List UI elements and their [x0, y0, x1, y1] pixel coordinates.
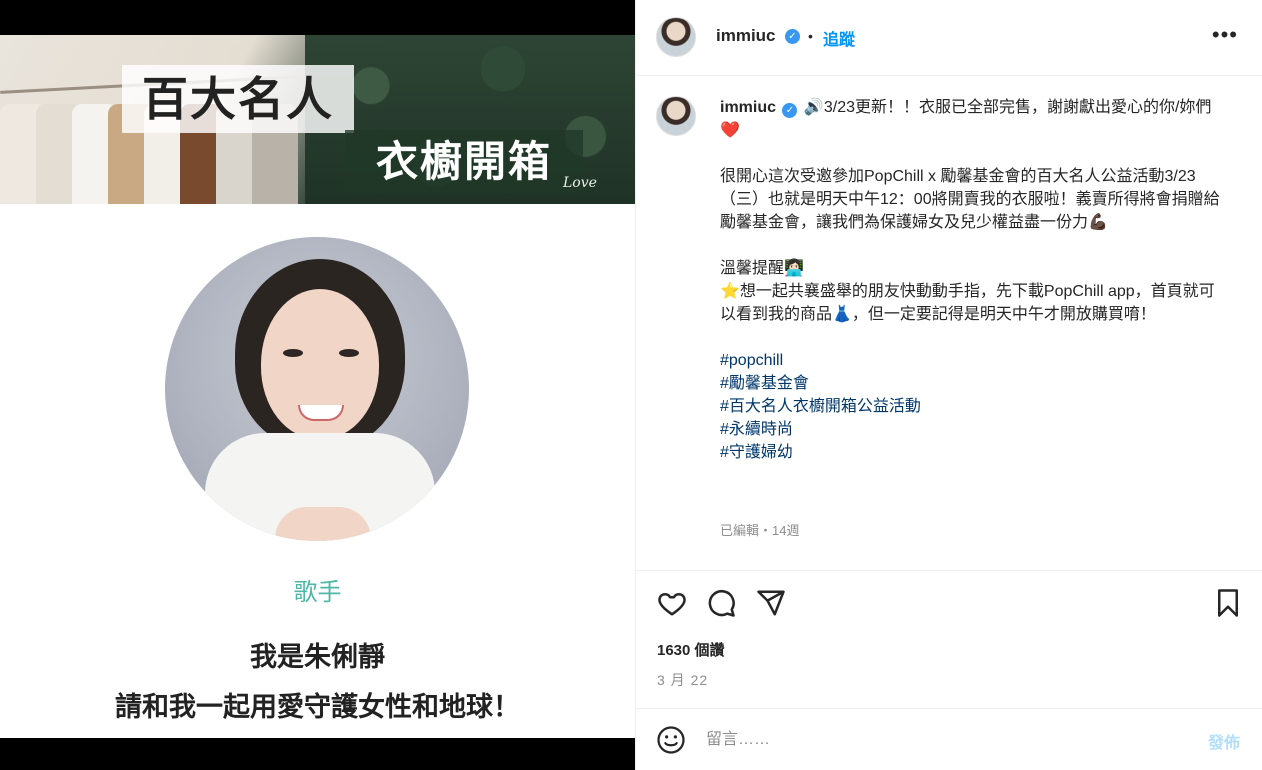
- post-media: 百大名人 衣櫥開箱 Love 歌手 我是朱俐靜 請和我一起用愛守護女性和地球！: [0, 0, 635, 770]
- verified-badge-icon: ✓: [782, 103, 798, 118]
- verified-badge-icon: ✓: [785, 29, 800, 44]
- portrait-photo: [165, 237, 469, 541]
- save-bookmark-icon[interactable]: [1213, 588, 1243, 618]
- comment-input[interactable]: [706, 727, 1186, 753]
- reminder-body: ⭐想一起共襄盛舉的朋友快動動手指，先下載PopChill app，首頁就可以看到…: [720, 283, 1215, 323]
- share-paper-plane-icon[interactable]: [756, 588, 786, 618]
- portrait-eye: [283, 349, 303, 357]
- portrait-eye: [339, 349, 359, 357]
- caption-paragraph: 很開心這次受邀參加PopChill x 勵馨基金會的百大名人公益活動3/23（三…: [720, 168, 1220, 231]
- portrait-hands: [275, 507, 371, 541]
- post-date[interactable]: 3 月 22: [657, 670, 708, 690]
- comment-bar: 發佈: [636, 708, 1262, 770]
- caption-meta: 已編輯・14週: [720, 523, 800, 538]
- hashtag-link[interactable]: #守護婦幼: [720, 441, 1230, 464]
- hashtag-link[interactable]: #popchill: [720, 349, 1230, 372]
- likes-count[interactable]: 1630 個讚: [657, 639, 725, 660]
- caption: immiuc ✓ 🔊3/23更新！！衣服已全部完售，謝謝獻出愛心的你/妳們❤️ …: [720, 96, 1230, 464]
- role-label: 歌手: [293, 579, 342, 606]
- post-comment-button[interactable]: 發佈: [1208, 729, 1240, 753]
- separator: •: [808, 28, 813, 44]
- post-image[interactable]: 百大名人 衣櫥開箱 Love 歌手 我是朱俐靜 請和我一起用愛守護女性和地球！: [0, 35, 635, 738]
- hashtag-link[interactable]: #百大名人衣櫥開箱公益活動: [720, 395, 1230, 418]
- reminder-title: 溫馨提醒👩🏻‍💻: [720, 260, 804, 277]
- hashtag-link[interactable]: #永續時尚: [720, 418, 1230, 441]
- intro-line: 我是朱俐靜: [250, 642, 385, 672]
- comment-bubble-icon[interactable]: [706, 588, 736, 618]
- post-header: immiuc ✓ • 追蹤 •••: [636, 0, 1262, 76]
- caption-username[interactable]: immiuc: [720, 99, 776, 116]
- banner-title-secondary: 衣櫥開箱: [345, 130, 583, 194]
- emoji-icon[interactable]: [656, 725, 686, 755]
- banner-title-primary: 百大名人: [122, 65, 354, 133]
- hashtag-link[interactable]: #勵馨基金會: [720, 372, 1230, 395]
- banner-signature: Love: [563, 175, 597, 191]
- post-panel: immiuc ✓ • 追蹤 ••• immiuc ✓ 🔊3/23更新！！衣服已全…: [635, 0, 1262, 770]
- follow-button[interactable]: 追蹤: [823, 26, 855, 50]
- caption-avatar[interactable]: [656, 96, 696, 136]
- slogan-line: 請和我一起用愛守護女性和地球！: [115, 692, 520, 722]
- actions-divider: [636, 570, 1262, 571]
- banner: 百大名人 衣櫥開箱 Love: [0, 35, 635, 204]
- avatar[interactable]: [656, 17, 696, 57]
- header-username[interactable]: immiuc: [716, 26, 776, 46]
- more-options-icon[interactable]: •••: [1212, 22, 1238, 48]
- like-heart-icon[interactable]: [657, 588, 687, 618]
